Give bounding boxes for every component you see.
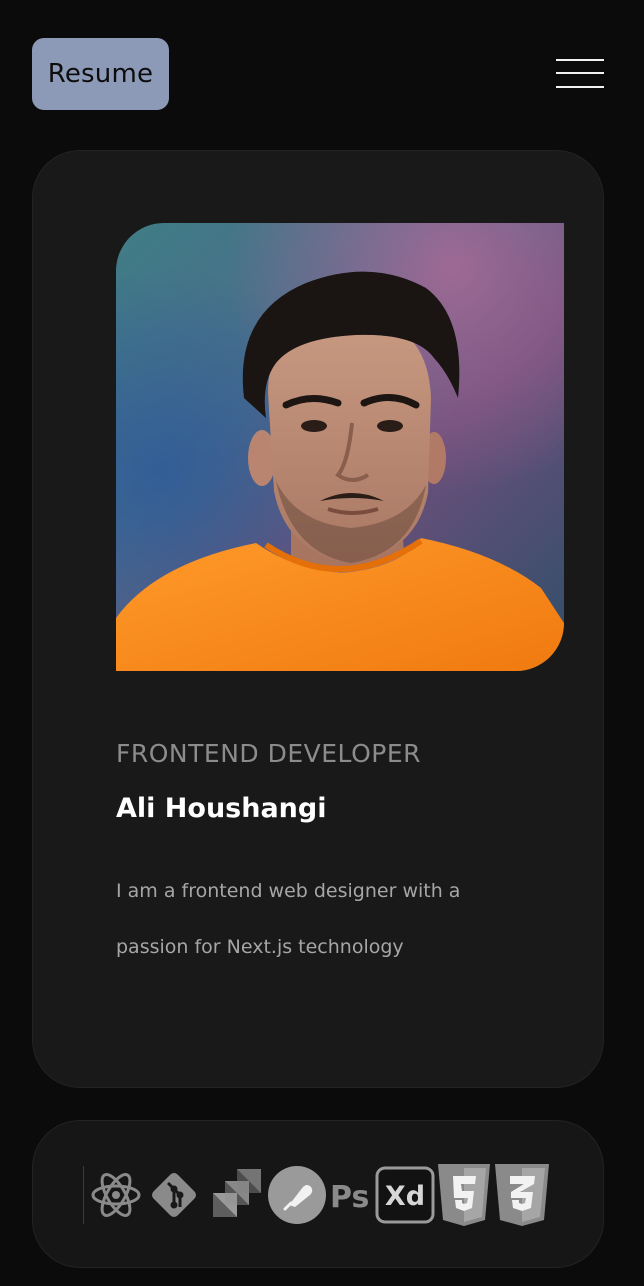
skills-icons: Ps Xd [83,1163,555,1227]
menu-line [556,59,604,61]
profile-name: Ali Houshangi [116,793,327,824]
git-icon [144,1165,204,1225]
jira-icon [204,1165,266,1225]
profile-photo-image [116,223,564,671]
divider [83,1166,84,1224]
adobe-xd-icon: Xd [374,1166,436,1224]
profile-role: FRONTEND DEVELOPER [116,739,421,768]
skills-bar: Ps Xd [32,1120,604,1268]
profile-bio: I am a frontend web designer with a pass… [116,880,461,958]
react-icon [88,1168,144,1222]
css3-icon [492,1162,552,1228]
top-bar: Resume [0,0,644,150]
hamburger-menu-icon[interactable] [556,58,604,90]
photoshop-icon: Ps [328,1170,374,1220]
xd-label: Xd [385,1181,425,1212]
postman-icon [266,1165,328,1225]
profile-card: FRONTEND DEVELOPER Ali Houshangi I am a … [32,150,604,1088]
profile-photo [116,223,564,671]
photoshop-label: Ps [330,1180,369,1215]
menu-line [556,86,604,88]
menu-line [556,72,604,74]
html5-icon [436,1162,492,1228]
resume-button[interactable]: Resume [32,38,169,110]
